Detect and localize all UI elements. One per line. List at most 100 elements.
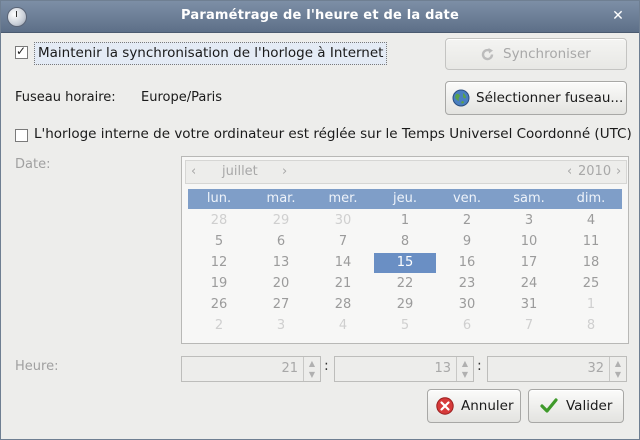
calendar-day[interactable]: 23 [436, 274, 498, 294]
next-year-icon[interactable]: › [616, 164, 621, 179]
minutes-spinner[interactable]: 13 ▲ ▼ [334, 356, 474, 382]
calendar-day[interactable]: 21 [312, 274, 374, 294]
calendar-day[interactable]: 7 [498, 316, 560, 336]
sync-checkbox-label[interactable]: Maintenir la synchronisation de l'horlog… [34, 42, 388, 65]
calendar[interactable]: ‹ juillet › ‹ 2010 › lun. mar. mer. jeu. ven… [181, 156, 629, 344]
sync-checkbox[interactable]: ✓ [15, 44, 28, 59]
calendar-day[interactable]: 11 [560, 232, 622, 252]
calendar-day[interactable]: 4 [312, 316, 374, 336]
hours-arrows[interactable]: ▲ ▼ [303, 357, 320, 381]
calendar-day[interactable]: 25 [560, 274, 622, 294]
title-bar[interactable]: Paramétrage de l'heure et de la date ✕ [1, 1, 639, 33]
weekday-label: jeu. [393, 191, 417, 206]
calendar-day-selected[interactable]: 15 [374, 253, 436, 273]
calendar-day[interactable]: 2 [436, 211, 498, 231]
down-arrow-icon[interactable]: ▼ [304, 369, 320, 380]
seconds-arrows[interactable]: ▲ ▼ [609, 357, 626, 381]
time-separator: : [477, 358, 482, 374]
weekday-label: sam. [513, 191, 545, 206]
calendar-day[interactable]: 8 [374, 232, 436, 252]
calendar-day[interactable]: 1 [560, 295, 622, 315]
close-icon[interactable]: ✕ [609, 7, 627, 25]
refresh-icon [481, 48, 494, 61]
weekday-label: mar. [266, 191, 296, 206]
checkmark-icon: ✓ [16, 44, 27, 58]
utc-checkbox[interactable] [15, 129, 28, 142]
select-timezone-button[interactable]: Sélectionner fuseau... [445, 81, 627, 115]
down-arrow-icon[interactable]: ▼ [457, 369, 473, 380]
calendar-day[interactable]: 22 [374, 274, 436, 294]
calendar-day[interactable]: 19 [188, 274, 250, 294]
select-timezone-button-label: Sélectionner fuseau... [476, 90, 624, 106]
timezone-label: Fuseau horaire: [15, 90, 116, 105]
prev-month-icon[interactable]: ‹ [191, 164, 196, 179]
calendar-day[interactable]: 20 [250, 274, 312, 294]
up-arrow-icon[interactable]: ▲ [610, 358, 626, 369]
down-arrow-icon[interactable]: ▼ [610, 369, 626, 380]
time-separator: : [324, 358, 329, 374]
calendar-day[interactable]: 5 [374, 316, 436, 336]
time-label: Heure: [15, 359, 59, 374]
calendar-month: juillet [222, 164, 258, 179]
next-month-icon[interactable]: › [282, 164, 287, 179]
utc-checkbox-label[interactable]: L'horloge interne de votre ordinateur es… [34, 126, 632, 142]
calendar-day[interactable]: 4 [560, 211, 622, 231]
timezone-value: Europe/Paris [141, 90, 223, 105]
calendar-day[interactable]: 13 [250, 253, 312, 273]
seconds-value: 32 [587, 361, 604, 376]
weekday-label: mer. [328, 191, 358, 206]
calendar-year: 2010 [578, 164, 612, 179]
calendar-day[interactable]: 29 [250, 211, 312, 231]
cancel-button-label: Annuler [461, 398, 514, 414]
calendar-day[interactable]: 12 [188, 253, 250, 273]
calendar-day[interactable]: 2 [188, 316, 250, 336]
synchronize-button[interactable]: Synchroniser [445, 38, 627, 70]
calendar-day[interactable]: 16 [436, 253, 498, 273]
date-label: Date: [15, 157, 51, 172]
calendar-day[interactable]: 7 [312, 232, 374, 252]
calendar-day[interactable]: 10 [498, 232, 560, 252]
weekday-label: lun. [206, 191, 232, 206]
seconds-spinner[interactable]: 32 ▲ ▼ [487, 356, 627, 382]
calendar-day[interactable]: 3 [498, 211, 560, 231]
calendar-day[interactable]: 24 [498, 274, 560, 294]
calendar-day[interactable]: 9 [436, 232, 498, 252]
calendar-day[interactable]: 26 [188, 295, 250, 315]
weekday-label: dim. [576, 191, 606, 206]
synchronize-button-label: Synchroniser [503, 46, 591, 62]
calendar-day[interactable]: 1 [374, 211, 436, 231]
calendar-day[interactable]: 18 [560, 253, 622, 273]
calendar-day[interactable]: 14 [312, 253, 374, 273]
weekday-header: lun. mar. mer. jeu. ven. sam. dim. [188, 189, 622, 209]
calendar-day[interactable]: 29 [374, 295, 436, 315]
checkmark-icon [540, 398, 558, 413]
weekday-label: ven. [452, 191, 482, 206]
calendar-header: ‹ juillet › ‹ 2010 › [185, 160, 627, 184]
up-arrow-icon[interactable]: ▲ [457, 358, 473, 369]
up-arrow-icon[interactable]: ▲ [304, 358, 320, 369]
calendar-day[interactable]: 30 [312, 211, 374, 231]
calendar-day[interactable]: 27 [250, 295, 312, 315]
cancel-button[interactable]: Annuler [427, 389, 521, 423]
calendar-day[interactable]: 6 [436, 316, 498, 336]
hours-spinner[interactable]: 21 ▲ ▼ [181, 356, 321, 382]
calendar-day[interactable]: 30 [436, 295, 498, 315]
calendar-day[interactable]: 8 [560, 316, 622, 336]
globe-icon [452, 89, 470, 107]
calendar-day[interactable]: 17 [498, 253, 560, 273]
window-title: Paramétrage de l'heure et de la date [181, 8, 459, 23]
calendar-day[interactable]: 31 [498, 295, 560, 315]
calendar-day[interactable]: 3 [250, 316, 312, 336]
calendar-day[interactable]: 6 [250, 232, 312, 252]
ok-button[interactable]: Valider [528, 389, 624, 423]
prev-year-icon[interactable]: ‹ [567, 164, 572, 179]
minutes-value: 13 [434, 361, 451, 376]
hours-value: 21 [281, 361, 298, 376]
ok-button-label: Valider [566, 398, 613, 414]
date-time-dialog: Paramétrage de l'heure et de la date ✕ ✓… [0, 0, 640, 440]
calendar-day[interactable]: 28 [188, 211, 250, 231]
minutes-arrows[interactable]: ▲ ▼ [456, 357, 473, 381]
calendar-day[interactable]: 28 [312, 295, 374, 315]
calendar-day[interactable]: 5 [188, 232, 250, 252]
cancel-icon [436, 397, 454, 415]
